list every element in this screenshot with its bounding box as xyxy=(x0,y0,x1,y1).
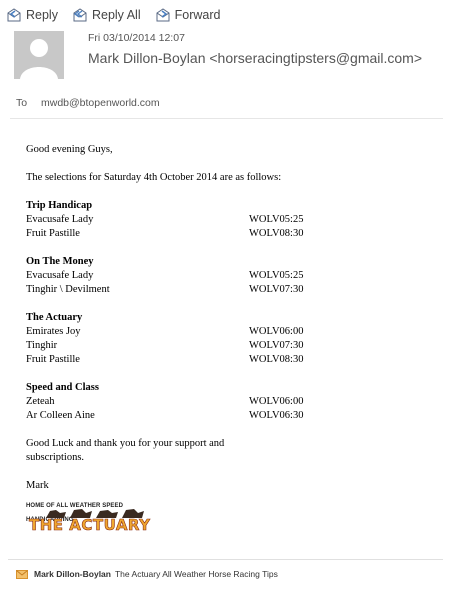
contact-name[interactable]: Mark Dillon-Boylan xyxy=(34,569,111,579)
reply-all-button[interactable]: Reply All xyxy=(72,8,141,22)
horse-name: Fruit Pastille xyxy=(26,354,80,365)
actuary-logo: HOME OF ALL WEATHER SPEED HANDICAPPING T… xyxy=(26,499,166,539)
race-time: WOLV05:25 xyxy=(249,270,304,281)
sent-date: Fri 03/10/2014 12:07 xyxy=(88,32,185,44)
header-divider xyxy=(10,118,443,119)
selection-row: Zeteah WOLV06:00 xyxy=(26,395,346,409)
greeting: Good evening Guys, xyxy=(26,144,113,155)
race-time: WOLV05:25 xyxy=(249,214,304,225)
race-time: WOLV07:30 xyxy=(249,340,304,351)
person-icon xyxy=(20,39,58,79)
race-time: WOLV06:30 xyxy=(249,410,304,421)
section-title: On The Money xyxy=(26,256,94,267)
race-time: WOLV06:00 xyxy=(249,326,304,337)
section-title: The Actuary xyxy=(26,312,83,323)
toolbar: Reply Reply All Forward xyxy=(6,5,234,25)
horse-name: Fruit Pastille xyxy=(26,228,80,239)
selection-row: Ar Colleen Aine WOLV06:30 xyxy=(26,409,346,423)
reply-all-label: Reply All xyxy=(91,8,141,22)
message-body: Good evening Guys, The selections for Sa… xyxy=(26,143,346,539)
section-title: Speed and Class xyxy=(26,382,99,393)
selection-row: Fruit Pastille WOLV08:30 xyxy=(26,353,346,367)
to-recipient[interactable]: mwdb@btopenworld.com xyxy=(41,97,160,109)
sender[interactable]: Mark Dillon-Boylan <horseracingtipsters@… xyxy=(88,50,422,66)
footer-divider xyxy=(8,559,443,560)
forward-icon xyxy=(156,8,170,22)
race-time: WOLV06:00 xyxy=(249,396,304,407)
contact-signature: The Actuary All Weather Horse Racing Tip… xyxy=(114,569,278,579)
horse-name: Evacusafe Lady xyxy=(26,214,94,225)
horse-name: Zeteah xyxy=(26,396,55,407)
logo-title: THE ACTUARY xyxy=(29,516,151,534)
horse-name: Ar Colleen Aine xyxy=(26,410,95,421)
forward-button[interactable]: Forward xyxy=(155,8,221,22)
reply-button[interactable]: Reply xyxy=(6,8,58,22)
closing-line: subscriptions. xyxy=(26,452,85,463)
forward-label: Forward xyxy=(174,8,221,22)
horse-name: Emirates Joy xyxy=(26,326,81,337)
intro: The selections for Saturday 4th October … xyxy=(26,172,282,183)
envelope-icon xyxy=(16,569,28,579)
race-time: WOLV07:30 xyxy=(249,284,304,295)
closing-line: Good Luck and thank you for your support… xyxy=(26,438,225,449)
horse-name: Tinghir \ Devilment xyxy=(26,284,110,295)
contact-footer: Mark Dillon-Boylan The Actuary All Weath… xyxy=(16,569,278,579)
selection-row: Emirates Joy WOLV06:00 xyxy=(26,325,346,339)
selection-row: Tinghir \ Devilment WOLV07:30 xyxy=(26,283,346,297)
avatar xyxy=(14,31,64,79)
selection-row: Evacusafe Lady WOLV05:25 xyxy=(26,213,346,227)
horse-name: Tinghir xyxy=(26,340,58,351)
reply-label: Reply xyxy=(26,8,58,22)
reply-all-icon xyxy=(73,8,87,22)
selection-row: Tinghir WOLV07:30 xyxy=(26,339,346,353)
selection-row: Fruit Pastille WOLV08:30 xyxy=(26,227,346,241)
horse-name: Evacusafe Lady xyxy=(26,270,94,281)
section-title: Trip Handicap xyxy=(26,200,93,211)
race-time: WOLV08:30 xyxy=(249,228,304,239)
to-label: To xyxy=(16,97,28,109)
signoff: Mark xyxy=(26,480,49,491)
reply-icon xyxy=(7,8,21,22)
selection-row: Evacusafe Lady WOLV05:25 xyxy=(26,269,346,283)
race-time: WOLV08:30 xyxy=(249,354,304,365)
